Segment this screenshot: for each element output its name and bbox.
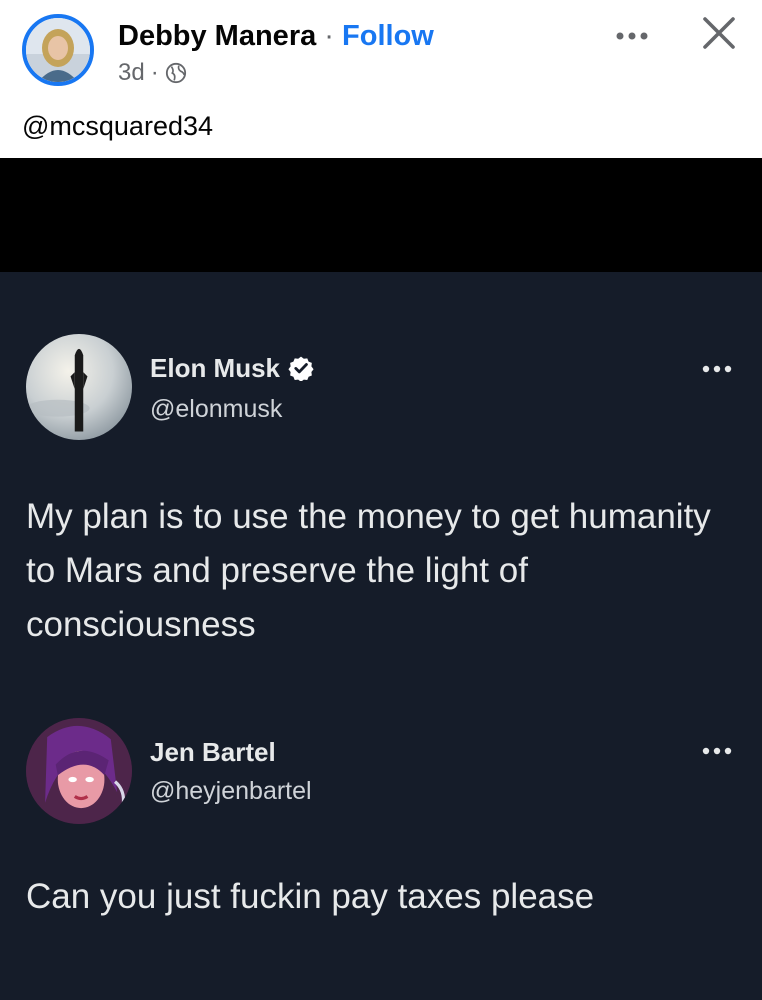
more-options-icon[interactable] — [612, 26, 652, 46]
reply-author-name: Jen Bartel — [150, 737, 276, 767]
reply-more-icon — [702, 747, 732, 755]
name-separator: · — [324, 20, 334, 52]
rocket-photo — [26, 334, 132, 440]
image-top-band — [0, 158, 762, 272]
author-line: Debby Manera · Follow — [118, 18, 434, 54]
author-name[interactable]: Debby Manera — [118, 20, 316, 52]
follow-button[interactable]: Follow — [342, 20, 434, 52]
shared-image[interactable]: Elon Musk @elonmusk My plan is to use th… — [0, 158, 762, 1000]
tweet-text: My plan is to use the money to get human… — [26, 497, 711, 644]
tweet-avatar — [26, 334, 132, 440]
verified-badge-icon — [288, 356, 314, 381]
post-caption: @mcsquared34 — [22, 111, 214, 141]
meta-separator: · — [150, 59, 159, 86]
reply-avatar — [26, 718, 132, 824]
tweet-more-icon — [702, 365, 732, 373]
post-time[interactable]: 3d — [118, 58, 145, 88]
author-avatar[interactable] — [22, 14, 94, 86]
reply-handle: @heyjenbartel — [150, 777, 312, 805]
post-meta: 3d · — [118, 58, 187, 88]
tweet-author-name: Elon Musk — [150, 352, 314, 384]
reply-text: Can you just fuckin pay taxes please — [26, 877, 595, 916]
author-photo — [26, 18, 90, 82]
tweet-author-label: Elon Musk — [150, 353, 281, 383]
post-header: Debby Manera · Follow 3d · @mcsquared34 — [0, 0, 762, 158]
illustrated-portrait — [26, 718, 132, 824]
close-icon[interactable] — [700, 14, 738, 52]
globe-icon[interactable] — [165, 62, 187, 84]
tweet-handle: @elonmusk — [150, 395, 283, 423]
